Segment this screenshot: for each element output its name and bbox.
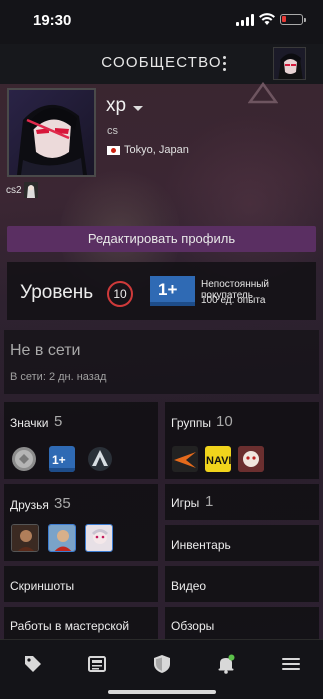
- bell-icon[interactable]: [216, 654, 236, 674]
- reviews-panel[interactable]: Обзоры: [165, 607, 319, 639]
- group-icon-1[interactable]: [172, 446, 198, 472]
- years-badge-icon[interactable]: 1+: [49, 446, 75, 472]
- videos-label: Видео: [171, 579, 207, 593]
- signal-icon: [236, 14, 254, 26]
- online-status: Не в сети: [10, 342, 81, 359]
- badge-icon: 1+: [150, 276, 195, 306]
- groups-panel[interactable]: Группы 10 NAVI: [165, 402, 319, 479]
- svg-text:1+: 1+: [52, 453, 66, 467]
- videos-panel[interactable]: Видео: [165, 566, 319, 602]
- level-value: 10: [107, 281, 133, 307]
- battery-icon: [280, 14, 306, 25]
- location: Tokyo, Japan: [124, 144, 189, 156]
- badge-xp: 100 ед. опыта: [201, 295, 266, 306]
- group-icon-3[interactable]: [238, 446, 264, 472]
- games-label: Игры: [171, 496, 200, 510]
- level-label: Уровень: [20, 282, 94, 303]
- online-status-panel: Не в сети В сети: 2 дн. назад: [4, 330, 319, 394]
- chevron-down-icon[interactable]: [133, 106, 143, 111]
- badges-panel[interactable]: Значки 5 1+: [4, 402, 158, 479]
- clock: 19:30: [33, 12, 72, 29]
- groups-label: Группы: [171, 416, 211, 430]
- username[interactable]: xp: [106, 95, 126, 117]
- friend-avatar-2[interactable]: [48, 524, 76, 552]
- showcase-tag: cs2: [6, 185, 22, 196]
- home-indicator: [108, 690, 216, 694]
- games-count: 1: [205, 493, 214, 510]
- groups-count: 10: [216, 413, 233, 430]
- screenshots-panel[interactable]: Скриншоты: [4, 566, 158, 602]
- friends-count: 35: [54, 495, 71, 512]
- reviews-label: Обзоры: [171, 619, 215, 633]
- showcase-mini-image: [24, 182, 38, 198]
- inventory-panel[interactable]: Инвентарь: [165, 525, 319, 561]
- news-icon[interactable]: [87, 654, 107, 674]
- inventory-label: Инвентарь: [171, 538, 231, 552]
- game-badge-icon[interactable]: [87, 446, 113, 472]
- friend-avatar-3[interactable]: [85, 524, 113, 552]
- app-header: СООБЩЕСТВО: [0, 44, 323, 84]
- edit-profile-button[interactable]: Редактировать профиль: [7, 226, 316, 252]
- header-avatar[interactable]: [273, 47, 306, 80]
- more-options-icon[interactable]: [222, 55, 228, 73]
- coin-badge-icon[interactable]: [11, 446, 37, 472]
- last-online: В сети: 2 дн. назад: [10, 371, 107, 383]
- games-panel[interactable]: Игры 1: [165, 484, 319, 520]
- friends-label: Друзья: [10, 498, 49, 512]
- screenshots-label: Скриншоты: [10, 579, 75, 593]
- wifi-icon: [259, 13, 275, 25]
- badges-label: Значки: [10, 416, 49, 430]
- background-logo-icon: [248, 82, 278, 104]
- shield-icon[interactable]: [152, 654, 172, 674]
- profile-avatar[interactable]: [7, 88, 96, 177]
- workshop-panel[interactable]: Работы в мастерской: [4, 607, 158, 639]
- friend-avatar-1[interactable]: [11, 524, 39, 552]
- menu-icon[interactable]: [281, 654, 301, 674]
- workshop-label: Работы в мастерской: [10, 619, 130, 633]
- badges-count: 5: [54, 413, 63, 430]
- status-bar: 19:30: [0, 0, 323, 44]
- level-panel[interactable]: Уровень 10 1+ Непостоянный покупатель 10…: [7, 262, 316, 320]
- svg-text:NAVI: NAVI: [206, 455, 231, 467]
- japan-flag-icon: [107, 146, 120, 155]
- real-name: cs: [107, 125, 118, 137]
- tag-icon[interactable]: [23, 654, 43, 674]
- group-icon-2[interactable]: NAVI: [205, 446, 231, 472]
- notification-dot: [228, 654, 235, 661]
- friends-panel[interactable]: Друзья 35: [4, 484, 158, 561]
- badge-text: 1+: [158, 280, 178, 299]
